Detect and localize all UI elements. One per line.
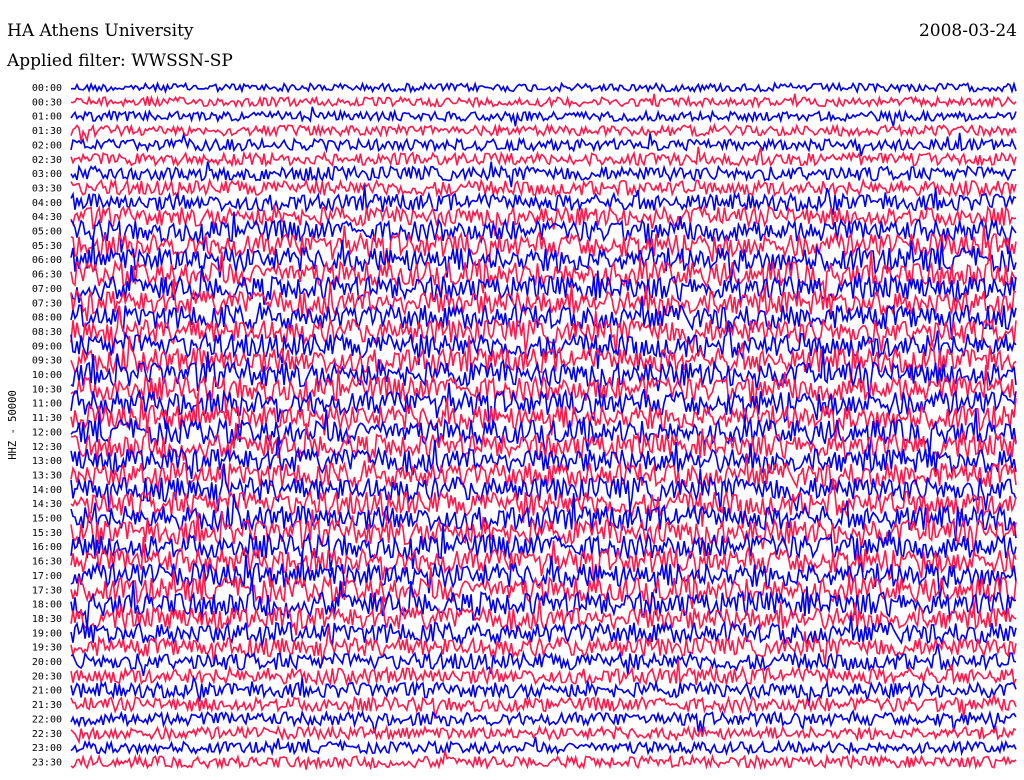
trace-row [70,709,1017,734]
helicorder-plot: 00:00 00:30 01:00 01:30 02:00 02:30 03:00 03:30… [7,80,1017,771]
channel-label: HHZ - 50000 [7,390,19,460]
trace-row [70,724,1017,745]
row-time-label: 07:00 [32,284,62,295]
row-time-label: 15:00 [32,514,62,525]
row-time-label: 00:30 [32,97,62,108]
row-time-label: 16:00 [32,542,62,553]
trace-row [70,750,1017,771]
row-time-label: 23:30 [32,757,62,768]
row-time-label: 01:00 [32,112,62,123]
row-time-label: 11:00 [32,399,62,410]
row-time-label: 04:00 [32,198,62,209]
trace-row [70,122,1017,144]
row-time-label: 18:00 [32,600,62,611]
row-time-label: 06:00 [32,255,62,266]
row-time-label: 01:30 [32,126,62,137]
row-time-label: 20:30 [32,671,62,682]
row-time-label: 06:30 [32,270,62,281]
row-time-label: 13:30 [32,470,62,481]
row-time-label: 02:00 [32,140,62,151]
row-time-label: 12:00 [32,427,62,438]
row-time-label: 02:30 [32,155,62,166]
trace-row [70,177,1017,200]
row-time-label: 14:30 [32,499,62,510]
row-time-label: 07:30 [32,298,62,309]
row-time-label: 03:30 [32,183,62,194]
seismic-traces [70,80,1017,771]
trace-row [70,736,1017,757]
row-time-label: 21:30 [32,700,62,711]
row-time-label: 22:30 [32,729,62,740]
row-time-label: 12:30 [32,442,62,453]
row-time-labels: 00:00 00:30 01:00 01:30 02:00 02:30 03:00 03:30… [32,83,62,768]
trace-row [70,493,1017,542]
row-time-label: 04:30 [32,212,62,223]
row-time-label: 10:00 [32,370,62,381]
row-time-label: 03:00 [32,169,62,180]
row-time-label: 21:00 [32,686,62,697]
row-time-label: 18:30 [32,614,62,625]
row-time-label: 19:00 [32,628,62,639]
row-time-label: 20:00 [32,657,62,668]
row-time-label: 17:00 [32,571,62,582]
row-time-label: 19:30 [32,643,62,654]
row-time-label: 00:00 [32,83,62,94]
row-time-label: 10:30 [32,384,62,395]
trace-row [70,106,1017,127]
row-time-label: 13:00 [32,456,62,467]
row-time-label: 23:00 [32,743,62,754]
row-time-label: 08:00 [32,313,62,324]
row-time-label: 08:30 [32,327,62,338]
row-time-label: 22:00 [32,714,62,725]
row-time-label: 09:00 [32,341,62,352]
row-time-label: 17:30 [32,585,62,596]
row-time-label: 05:30 [32,241,62,252]
row-time-label: 09:30 [32,356,62,367]
trace-row [70,93,1017,109]
row-time-label: 14:00 [32,485,62,496]
row-time-label: 11:30 [32,413,62,424]
row-time-label: 16:30 [32,557,62,568]
row-time-label: 05:00 [32,227,62,238]
trace-row [70,161,1017,188]
row-time-label: 15:30 [32,528,62,539]
trace-row [70,80,1017,95]
